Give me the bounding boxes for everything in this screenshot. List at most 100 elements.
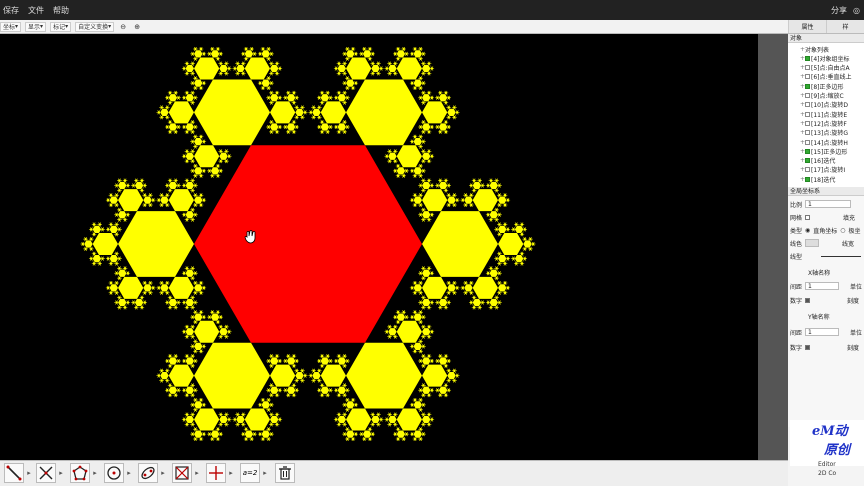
custom-transform-dropdown[interactable]: 自定义变换 ▾ [75, 21, 115, 32]
grid-checkbox[interactable] [805, 214, 811, 220]
visibility-checkbox[interactable] [805, 158, 810, 164]
transform-tool-dropdown[interactable]: ▸ [193, 463, 201, 483]
transform-tool-button[interactable] [172, 463, 192, 483]
expand-icon[interactable]: + [800, 148, 805, 155]
circle-tool-dropdown[interactable]: ▸ [125, 463, 133, 483]
text-tool-dropdown[interactable]: ▸ [261, 463, 269, 483]
share-button[interactable]: 分享 [831, 5, 847, 16]
expand-icon[interactable]: + [800, 83, 805, 90]
object-list-item[interactable]: + [5]点:自由点A [800, 64, 850, 72]
segment-tool-button[interactable] [4, 463, 24, 483]
expand-icon[interactable]: + [800, 46, 805, 53]
display-dropdown[interactable]: 显示 ▾ [25, 21, 47, 32]
conic-tool-button[interactable] [138, 463, 158, 483]
expand-icon[interactable]: + [800, 157, 805, 164]
visibility-checkbox[interactable] [805, 111, 810, 117]
y-period-input[interactable]: 1 [805, 328, 840, 336]
delete-tool-button[interactable] [275, 463, 295, 483]
visibility-checkbox[interactable] [805, 139, 810, 145]
visibility-checkbox[interactable] [805, 74, 810, 80]
radio-cartesian-icon[interactable]: ◉ [805, 227, 810, 234]
fractal-hexagon [413, 46, 415, 48]
expand-icon[interactable]: + [800, 176, 805, 183]
object-list-item[interactable]: + [18]迭代 [800, 175, 835, 184]
visibility-checkbox[interactable] [805, 83, 810, 89]
expand-icon[interactable]: + [800, 111, 805, 118]
polygon-tool-button[interactable] [70, 463, 90, 483]
expand-icon[interactable]: + [800, 129, 805, 136]
color-swatch[interactable] [805, 239, 820, 247]
expand-icon[interactable]: + [800, 73, 805, 80]
tab-properties[interactable]: 属性 [788, 20, 826, 33]
object-list-item[interactable]: + [15]正多边形 [800, 147, 847, 156]
expand-icon[interactable]: + [800, 55, 805, 62]
scale-input[interactable]: 1 [805, 200, 852, 208]
fractal-hexagon [295, 368, 297, 370]
settings-icon[interactable]: ◎ [853, 6, 860, 15]
expand-icon[interactable]: + [800, 166, 805, 173]
menu-file[interactable]: 文件 [25, 5, 47, 16]
object-list-item[interactable]: + [12]点:旋转F [800, 119, 847, 128]
object-list-item[interactable]: + [11]点:旋转E [800, 110, 847, 119]
visibility-checkbox[interactable] [805, 120, 810, 126]
expand-icon[interactable]: + [800, 120, 805, 127]
circle-tool-button[interactable] [104, 463, 124, 483]
visibility-checkbox[interactable] [805, 93, 810, 98]
zoom-out-icon[interactable]: ⊖ [118, 22, 128, 32]
menu-help[interactable]: 帮助 [50, 5, 72, 16]
y-number-checkbox[interactable] [805, 344, 811, 350]
object-list-item[interactable]: + [8]正多边形 [800, 82, 844, 91]
expand-icon[interactable]: + [800, 64, 805, 71]
point-tool-button[interactable] [206, 463, 226, 483]
object-list-item[interactable]: + [9]点:缩放C [800, 92, 844, 100]
x-period-input[interactable]: 1 [805, 282, 840, 290]
expand-icon[interactable]: + [800, 92, 805, 99]
visibility-checkbox[interactable] [805, 176, 810, 182]
visibility-checkbox[interactable] [805, 102, 810, 108]
fractal-hexagon [424, 336, 426, 338]
object-list-item[interactable]: + [14]点:旋转H [800, 138, 848, 147]
line-style-preview[interactable] [821, 255, 862, 257]
expand-icon[interactable]: + [800, 139, 805, 146]
fractal-hexagon [399, 321, 401, 323]
fractal-hexagon [334, 389, 338, 392]
visibility-checkbox[interactable] [805, 167, 810, 173]
radio-polar-icon[interactable]: ○ [840, 227, 845, 234]
fractal-hexagon [421, 297, 422, 299]
mark-dropdown[interactable]: 标记 ▾ [50, 21, 72, 32]
visibility-checkbox[interactable] [805, 148, 810, 154]
fractal-hexagon [422, 189, 448, 212]
x-number-checkbox[interactable] [805, 297, 811, 303]
conic-tool-dropdown[interactable]: ▸ [159, 463, 167, 483]
menu-save[interactable]: 保存 [0, 5, 22, 16]
line-tool-dropdown[interactable]: ▸ [57, 463, 65, 483]
text-tool-button[interactable]: a=2 [240, 463, 260, 483]
fractal-hexagon [424, 423, 426, 425]
object-list-item[interactable]: + [13]点:旋转G [800, 129, 848, 137]
point-tool-dropdown[interactable]: ▸ [227, 463, 235, 483]
fractal-hexagon [492, 180, 494, 182]
fractal-hexagon [498, 225, 499, 227]
zoom-in-icon[interactable]: ⊕ [132, 22, 142, 32]
fractal-hexagon [167, 121, 169, 123]
visibility-checkbox[interactable] [805, 65, 810, 71]
visibility-checkbox[interactable] [805, 130, 810, 136]
visibility-checkbox[interactable] [805, 55, 810, 61]
object-list-item[interactable]: + 对象列表 [800, 45, 829, 54]
segment-tool-dropdown[interactable]: ▸ [25, 463, 33, 483]
tab-style[interactable]: 样 [826, 20, 864, 33]
fractal-hexagon [312, 378, 314, 380]
object-list-item[interactable]: + [10]点:旋转D [800, 101, 848, 109]
coord-dropdown[interactable]: 坐标 ▾ [0, 21, 22, 32]
object-list-item[interactable]: + [4]对象组坐标 [800, 54, 850, 63]
polygon-tool-dropdown[interactable]: ▸ [91, 463, 99, 483]
panel-splitter[interactable] [758, 34, 788, 460]
object-list-item[interactable]: + [6]点:垂直线上 [800, 73, 852, 81]
expand-icon[interactable]: + [800, 101, 805, 108]
object-list-item[interactable]: + [16]迭代 [800, 157, 835, 165]
line-tool-button[interactable] [36, 463, 56, 483]
object-list-item[interactable]: + [17]点:旋转I [800, 166, 845, 174]
fractal-hexagon [370, 56, 372, 58]
drawing-canvas[interactable] [0, 34, 758, 460]
fractal-hexagon [125, 266, 127, 268]
